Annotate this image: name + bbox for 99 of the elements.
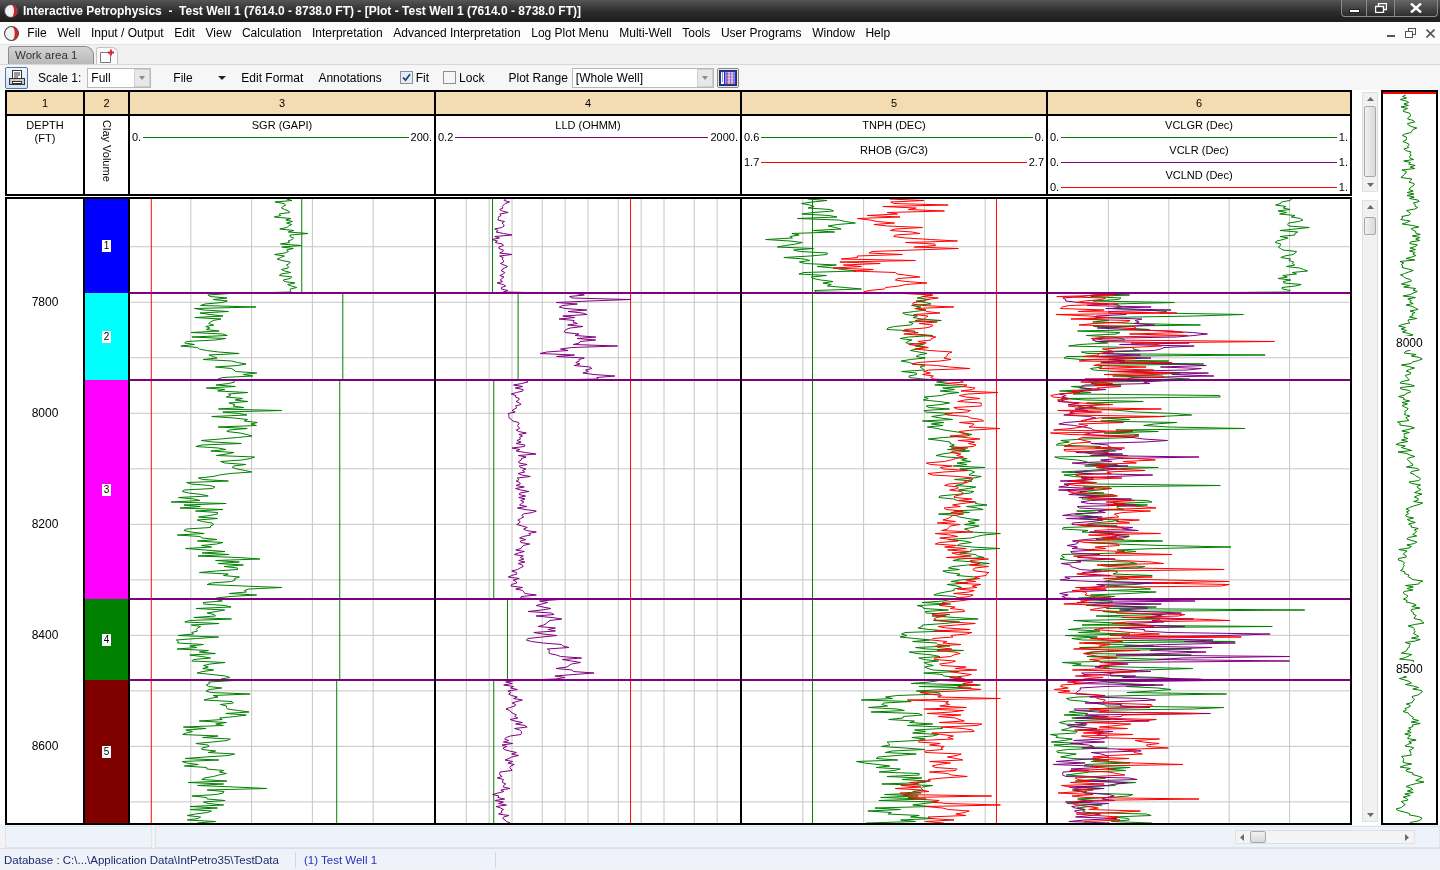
- scale-left-value: 0.: [1050, 181, 1060, 193]
- plot-range-dropdown[interactable]: [Whole Well]: [571, 67, 714, 88]
- scale-right-value: 2.7: [1028, 156, 1044, 168]
- caret-down-icon[interactable]: [1366, 183, 1374, 187]
- menu-item[interactable]: Tools: [676, 25, 716, 41]
- scale-right-value: 1.: [1338, 156, 1348, 168]
- zone-number: 3: [101, 483, 112, 496]
- close-button[interactable]: [1395, 0, 1438, 17]
- depth-label: 8000: [31, 406, 59, 420]
- menu-item[interactable]: User Programs: [715, 25, 807, 41]
- menu-item[interactable]: Input / Output: [85, 25, 169, 41]
- window-title: Interactive Petrophysics - Test Well 1 (7614.0 - 8738.0 FT) - [Plot - Test Well 1 (7614.0 - 8738.0 FT)]: [23, 4, 581, 18]
- depth-track-title: DEPTH (FT): [26, 119, 64, 145]
- app-logo-icon: [4, 25, 19, 41]
- scale-right-value: 1.: [1338, 131, 1348, 143]
- curve-name: RHOB (G/C3): [860, 144, 928, 156]
- depth-label: 8600: [31, 739, 59, 753]
- close-icon[interactable]: [1426, 28, 1435, 38]
- scale-left-value: 0.6: [744, 131, 760, 143]
- menu-item[interactable]: Help: [860, 25, 896, 41]
- menu-item[interactable]: File: [22, 25, 52, 41]
- toolbar-button[interactable]: Annotations: [318, 68, 382, 87]
- scale-dropdown[interactable]: Full: [87, 67, 152, 88]
- track-number-cell: 4: [436, 92, 740, 116]
- scale-left-value: 0.: [1050, 156, 1060, 168]
- menu-item[interactable]: Window: [806, 25, 861, 41]
- menu-item[interactable]: Edit: [168, 25, 201, 41]
- checkbox-label: Fit: [415, 70, 430, 85]
- layout-button[interactable]: [716, 67, 739, 88]
- workspace-tab[interactable]: Work area 1: [8, 46, 95, 64]
- caret-up-icon[interactable]: [1366, 205, 1374, 209]
- track-number-cell: 1: [7, 92, 83, 116]
- new-tab-button[interactable]: [96, 47, 119, 64]
- caret-right-icon[interactable]: [1405, 833, 1409, 841]
- scale-left-value: 0.: [1050, 131, 1060, 143]
- scale-right-value: 0.: [1034, 131, 1044, 143]
- menu-item[interactable]: Advanced Interpretation: [387, 25, 526, 41]
- curve-name: LLD (OHMM): [555, 119, 621, 131]
- track-number-cell: 3: [130, 92, 434, 116]
- menu-item[interactable]: Interpretation: [306, 25, 388, 41]
- track-number-cell: 5: [742, 92, 1046, 116]
- toolbar-button[interactable]: File: [173, 68, 227, 87]
- status-text: (1) Test Well 1: [296, 851, 496, 868]
- caret-up-icon[interactable]: [1366, 97, 1374, 101]
- checkbox[interactable]: [443, 71, 457, 84]
- zone-number: 1: [101, 240, 112, 252]
- status-text: Database : C:\...\Application Data\IntPetro35\TestData: [0, 851, 296, 868]
- app-logo-icon: [4, 4, 18, 18]
- menu-item[interactable]: Calculation: [236, 25, 307, 41]
- scrollbar[interactable]: [1362, 92, 1378, 192]
- zone-number: 5: [101, 745, 112, 758]
- scrollbar[interactable]: [1235, 830, 1415, 844]
- position-marker: [1383, 92, 1436, 94]
- printer-icon: [8, 69, 25, 86]
- scale-right-value: 2000.: [710, 131, 738, 143]
- restore-icon[interactable]: [1405, 28, 1416, 38]
- restore-button[interactable]: [1367, 0, 1395, 17]
- menu-item[interactable]: Well: [51, 25, 86, 41]
- depth-label: 7800: [31, 295, 59, 309]
- plot-range-label: Plot Range: [508, 70, 568, 85]
- checkbox-label: Lock: [459, 70, 485, 85]
- close-icon: [1410, 3, 1422, 13]
- checkbox[interactable]: [399, 71, 413, 84]
- scrollbar-thumb[interactable]: [1250, 831, 1266, 843]
- minimize-icon: [1348, 8, 1360, 13]
- depth-label: 8400: [31, 628, 59, 642]
- scale-left-value: 0.2: [438, 131, 454, 143]
- menu-item[interactable]: View: [200, 25, 237, 41]
- menu-item[interactable]: Log Plot Menu: [525, 25, 614, 41]
- curve-name: VCLND (Dec): [1165, 169, 1233, 181]
- scale-right-value: 200.: [410, 131, 432, 143]
- grid-icon: [718, 69, 737, 86]
- curve-name: VCLR (Dec): [1169, 144, 1229, 156]
- zone-number: 4: [101, 633, 112, 646]
- zone-number: 2: [101, 330, 112, 343]
- scale-left-value: 1.7: [744, 156, 760, 168]
- depth-label: 8000: [1395, 336, 1424, 350]
- caret-down-icon[interactable]: [1366, 813, 1374, 817]
- curve-name: VCLGR (Dec): [1165, 119, 1233, 131]
- caret-left-icon[interactable]: [1240, 833, 1244, 841]
- menu-item[interactable]: Multi-Well: [613, 25, 677, 41]
- scrollbar-thumb[interactable]: [1364, 217, 1376, 235]
- scrollbar[interactable]: [1362, 200, 1378, 822]
- scale-left-value: 0.: [132, 131, 142, 143]
- curve-name: SGR (GAPI): [251, 119, 313, 131]
- restore-icon: [1374, 3, 1387, 13]
- depth-label: 8500: [1395, 662, 1424, 676]
- scrollbar-thumb[interactable]: [1364, 106, 1376, 177]
- zone-track-title: Clay Volume: [100, 120, 113, 182]
- toolbar-button[interactable]: Edit Format: [241, 68, 304, 87]
- track-number-cell: 6: [1048, 92, 1350, 116]
- depth-label: 8200: [31, 517, 59, 531]
- track-number-cell: 2: [85, 92, 128, 116]
- scale-right-value: 1.: [1338, 181, 1348, 193]
- print-button[interactable]: [5, 66, 28, 89]
- curve-name: TNPH (DEC): [862, 119, 926, 131]
- minimize-button[interactable]: [1341, 0, 1367, 17]
- caret-down-icon: [218, 75, 227, 80]
- scale-label: Scale 1:: [38, 70, 82, 85]
